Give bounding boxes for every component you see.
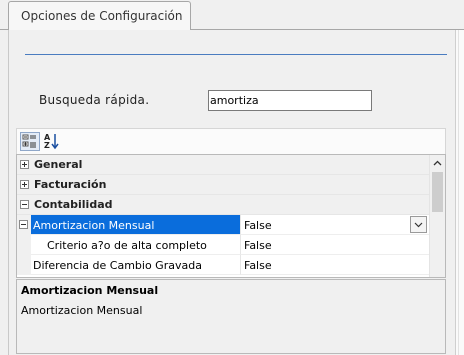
property-name-cell[interactable]: Criterio a?o de alta completo bbox=[31, 235, 241, 255]
category-label: Facturación bbox=[34, 178, 107, 191]
category-general[interactable]: General bbox=[17, 155, 429, 175]
category-label: Contabilidad bbox=[34, 198, 113, 211]
frame-rule bbox=[458, 30, 459, 355]
svg-text:Z: Z bbox=[44, 141, 50, 150]
row-gutter bbox=[17, 255, 31, 275]
property-row-diferencia-cambio[interactable]: Diferencia de Cambio Gravada False bbox=[17, 255, 429, 275]
property-row-criterio[interactable]: Criterio a?o de alta completo False bbox=[17, 235, 429, 255]
category-label: General bbox=[34, 158, 83, 171]
search-input[interactable] bbox=[208, 90, 372, 111]
scroll-up-button[interactable] bbox=[430, 155, 445, 171]
scroll-thumb[interactable] bbox=[432, 172, 443, 212]
chevron-up-icon bbox=[433, 160, 442, 166]
property-grid-toolbar: A Z bbox=[16, 128, 446, 154]
right-frame bbox=[455, 30, 464, 355]
expand-icon[interactable] bbox=[20, 160, 29, 169]
description-title: Amortizacion Mensual bbox=[21, 284, 159, 297]
property-name-cell[interactable]: Amortizacion Mensual bbox=[31, 215, 241, 235]
property-value-cell[interactable]: False bbox=[241, 255, 429, 275]
category-contabilidad[interactable]: Contabilidad bbox=[17, 195, 429, 215]
configuration-panel: Busqueda rápida. A Z bbox=[8, 30, 456, 355]
row-gutter bbox=[17, 215, 31, 235]
search-label: Busqueda rápida. bbox=[39, 93, 150, 107]
expand-icon[interactable] bbox=[20, 180, 29, 189]
row-gutter bbox=[17, 235, 31, 255]
tab-opciones-configuracion[interactable]: Opciones de Configuración bbox=[8, 1, 191, 30]
collapse-icon[interactable] bbox=[20, 200, 29, 209]
property-value: False bbox=[244, 239, 272, 252]
property-name: Amortizacion Mensual bbox=[33, 219, 155, 232]
sort-alphabetical-icon: A Z bbox=[44, 133, 59, 150]
category-facturacion[interactable]: Facturación bbox=[17, 175, 429, 195]
vertical-scrollbar[interactable] bbox=[429, 155, 445, 277]
property-value-cell[interactable]: False bbox=[241, 215, 429, 235]
property-name: Criterio a?o de alta completo bbox=[47, 239, 207, 252]
description-text: Amortizacion Mensual bbox=[21, 304, 143, 317]
categorized-icon bbox=[22, 134, 36, 148]
header-rule bbox=[25, 54, 447, 55]
property-value: False bbox=[244, 219, 272, 232]
collapse-icon[interactable] bbox=[19, 220, 28, 229]
property-row-amortizacion-mensual[interactable]: Amortizacion Mensual False bbox=[17, 215, 429, 235]
property-value: False bbox=[244, 259, 272, 272]
description-panel: Amortizacion Mensual Amortizacion Mensua… bbox=[16, 279, 446, 354]
dropdown-button[interactable] bbox=[410, 216, 427, 233]
alphabetical-button[interactable]: A Z bbox=[42, 132, 62, 151]
property-grid[interactable]: General Facturación Contabilidad Amortiz… bbox=[16, 154, 446, 278]
chevron-down-icon bbox=[414, 222, 423, 228]
property-name-cell[interactable]: Diferencia de Cambio Gravada bbox=[31, 255, 241, 275]
property-value-cell[interactable]: False bbox=[241, 235, 429, 255]
property-name: Diferencia de Cambio Gravada bbox=[33, 259, 202, 272]
tab-label: Opciones de Configuración bbox=[21, 9, 183, 23]
tab-strip: Opciones de Configuración bbox=[0, 0, 464, 30]
categorized-button[interactable] bbox=[20, 132, 40, 151]
